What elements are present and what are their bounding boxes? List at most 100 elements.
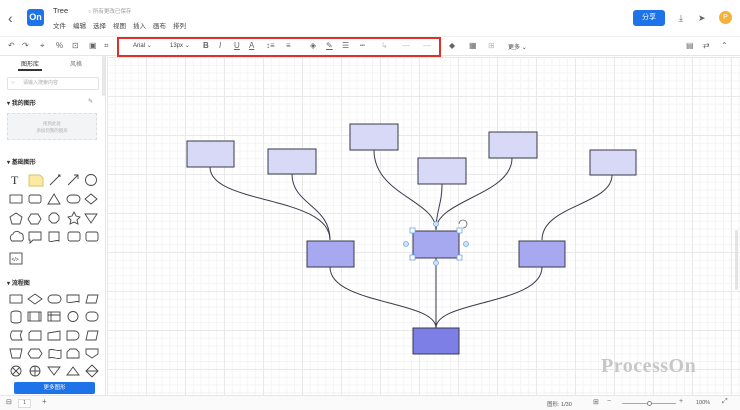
loop-limit-shape[interactable] xyxy=(66,348,80,359)
triangle-shape[interactable] xyxy=(47,193,61,205)
pentagon-shape[interactable] xyxy=(9,212,23,225)
menu-insert[interactable]: 插入 xyxy=(133,23,146,30)
fullscreen-icon[interactable]: ⤢ xyxy=(722,398,728,406)
octagon-shape[interactable] xyxy=(48,212,60,224)
zoom-out-icon[interactable]: − xyxy=(607,398,611,405)
extract-shape[interactable] xyxy=(66,366,80,376)
page-tab[interactable]: 1 xyxy=(18,399,31,408)
funnel-shape[interactable] xyxy=(84,213,98,224)
more-button[interactable]: 更多 ⌄ xyxy=(508,42,527,51)
arrow-shape[interactable] xyxy=(67,174,79,186)
redo-icon[interactable]: ↷ xyxy=(22,41,29,50)
document-flow-shape[interactable] xyxy=(66,294,80,304)
app-logo[interactable]: On xyxy=(27,9,44,26)
more-shapes-button[interactable]: 更多图形 xyxy=(14,382,95,394)
shape-search-input[interactable]: 请输入搜索内容 xyxy=(7,77,99,90)
sidebar-scrollbar[interactable] xyxy=(102,56,105,96)
parallelogram-shape[interactable] xyxy=(85,330,99,341)
decision-shape[interactable] xyxy=(27,293,43,305)
line-shape[interactable] xyxy=(49,174,61,186)
card-shape[interactable] xyxy=(85,231,99,242)
manual-input-shape[interactable] xyxy=(47,330,61,341)
ellipse-shape[interactable] xyxy=(66,194,81,204)
callout-shape[interactable] xyxy=(28,231,42,245)
start-arrow-icon[interactable]: — xyxy=(402,41,410,50)
add-page-icon[interactable]: + xyxy=(42,397,47,406)
manual-operation-shape[interactable] xyxy=(9,348,23,359)
font-family-select[interactable]: Arial ⌄ xyxy=(133,42,152,49)
back-icon[interactable]: ‹ xyxy=(8,10,13,26)
menu-select[interactable]: 选择 xyxy=(93,23,106,30)
end-arrow-icon[interactable]: — xyxy=(423,41,431,50)
share-button[interactable]: 分享 xyxy=(633,10,665,26)
insert-link-icon[interactable]: ⌗ xyxy=(104,41,109,51)
group-icon[interactable]: ▦ xyxy=(469,41,477,50)
basic-shapes-header[interactable]: ▾ 基础图形 xyxy=(7,157,36,166)
swap-icon[interactable]: ⇄ xyxy=(703,41,710,50)
layer-icon[interactable]: ◆ xyxy=(449,41,455,50)
summing-junction-shape[interactable] xyxy=(10,365,22,377)
menu-edit[interactable]: 编辑 xyxy=(73,23,86,30)
menu-canvas[interactable]: 画布 xyxy=(153,23,166,30)
format-painter-icon[interactable]: ⌖ xyxy=(40,41,45,51)
menu-arrange[interactable]: 排列 xyxy=(173,23,186,30)
star-shape[interactable] xyxy=(67,210,81,225)
terminator-shape[interactable] xyxy=(47,294,62,304)
my-shapes-header[interactable]: ▾ 我的图形 xyxy=(7,98,36,107)
sort-shape[interactable] xyxy=(85,364,99,378)
tab-style[interactable]: 风格 xyxy=(70,59,82,68)
note-shape[interactable] xyxy=(28,174,44,187)
collapse-toolbar-icon[interactable]: ⌃ xyxy=(721,41,728,50)
database-shape[interactable] xyxy=(10,310,22,324)
menu-file[interactable]: 文件 xyxy=(53,23,66,30)
flowchart-header[interactable]: ▾ 流程图 xyxy=(7,278,30,287)
delay-shape[interactable] xyxy=(66,330,80,341)
hexagon-shape[interactable] xyxy=(27,213,42,225)
italic-button[interactable]: I xyxy=(219,41,221,50)
offpage-shape[interactable] xyxy=(85,348,99,359)
code-shape[interactable]: </> xyxy=(9,252,23,265)
zoom-in-icon[interactable]: + xyxy=(679,398,683,405)
distribute-icon[interactable]: ⊞ xyxy=(488,41,495,50)
or-shape[interactable] xyxy=(29,365,41,377)
zoom-level[interactable]: 100% xyxy=(696,400,710,406)
merge-shape[interactable] xyxy=(47,366,61,376)
stored-data-shape[interactable] xyxy=(10,330,23,341)
undo-icon[interactable]: ↶ xyxy=(8,41,15,50)
line-spacing-icon[interactable]: ↕≡ xyxy=(266,41,275,50)
process-shape[interactable] xyxy=(9,294,23,304)
tape-shape[interactable] xyxy=(48,348,62,360)
circle-shape[interactable] xyxy=(85,174,97,186)
rect-shape[interactable] xyxy=(9,194,23,204)
user-avatar[interactable]: P xyxy=(719,11,732,24)
underline-button[interactable]: U xyxy=(234,41,240,50)
display-shape[interactable] xyxy=(85,311,99,322)
preparation-shape[interactable] xyxy=(27,348,43,359)
text-shape[interactable]: T xyxy=(11,173,19,187)
bold-button[interactable]: B xyxy=(203,41,209,50)
align-icon[interactable]: ≡ xyxy=(286,41,291,50)
document-shape[interactable] xyxy=(48,231,60,243)
font-color-button[interactable]: A xyxy=(249,41,254,50)
internal-storage-shape[interactable] xyxy=(47,311,61,322)
line-style-icon[interactable]: ┅ xyxy=(360,41,365,50)
focus-icon[interactable]: ⊞ xyxy=(593,398,599,406)
edit-icon[interactable]: ✎ xyxy=(88,98,93,105)
insert-image-icon[interactable]: ▣ xyxy=(89,41,97,50)
rounded-rect-shape[interactable] xyxy=(28,194,42,204)
card-flow-shape[interactable] xyxy=(28,330,42,341)
predefined-shape[interactable] xyxy=(27,311,42,322)
data-shape[interactable] xyxy=(85,294,99,304)
send-icon[interactable]: ➤ xyxy=(698,13,706,24)
font-size-select[interactable]: 13px ⌄ xyxy=(170,42,190,49)
line-width-icon[interactable]: ☰ xyxy=(342,41,349,50)
diamond-shape[interactable] xyxy=(84,193,98,205)
download-icon[interactable]: ⤓ xyxy=(679,13,683,24)
pages-icon[interactable]: ⊟ xyxy=(6,398,12,406)
canvas-style-icon[interactable]: ▤ xyxy=(686,41,694,50)
clear-format-icon[interactable]: % xyxy=(56,41,63,50)
canvas-scrollbar[interactable] xyxy=(735,230,738,290)
cylinder-shape[interactable] xyxy=(67,231,81,242)
menu-view[interactable]: 视图 xyxy=(113,23,126,30)
line-color-icon[interactable]: ✎ xyxy=(326,41,333,50)
